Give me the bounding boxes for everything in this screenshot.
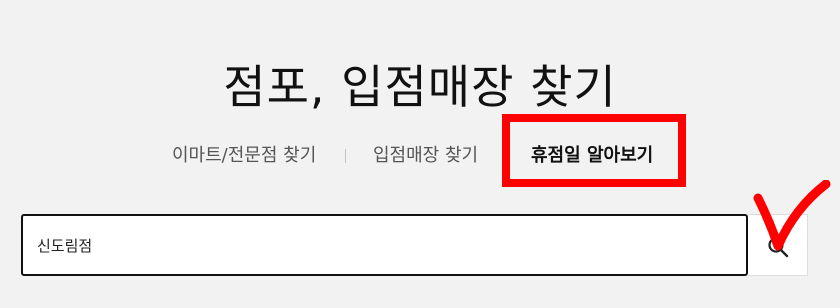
- page: 점포, 입점매장 찾기 이마트/전문점 찾기 입점매장 찾기 휴점일 알아보기: [0, 0, 840, 308]
- search-input[interactable]: [21, 214, 748, 276]
- search-button[interactable]: [748, 214, 808, 276]
- tab-tenant-store[interactable]: 입점매장 찾기: [373, 140, 478, 172]
- page-title: 점포, 입점매장 찾기: [223, 59, 617, 114]
- tab-emart-specialty-store[interactable]: 이마트/전문점 찾기: [172, 140, 316, 172]
- tab-closing-days[interactable]: 휴점일 알아보기: [531, 140, 653, 172]
- search-icon: [768, 237, 789, 258]
- tab-bar: 이마트/전문점 찾기 입점매장 찾기 휴점일 알아보기: [0, 140, 840, 172]
- tab-divider: [345, 149, 346, 163]
